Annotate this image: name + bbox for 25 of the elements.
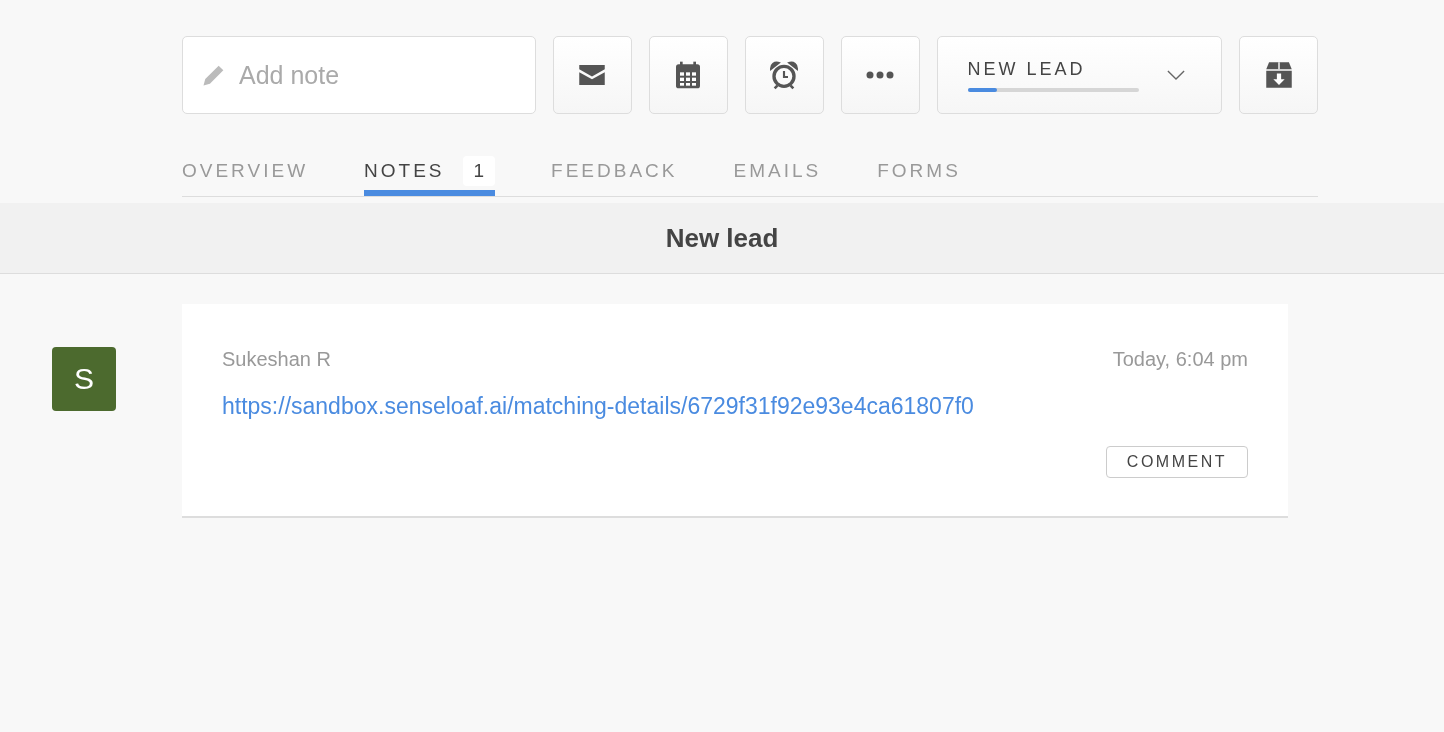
calendar-button[interactable] [648,36,728,114]
status-dropdown[interactable]: NEW LEAD [936,36,1223,114]
note-link[interactable]: https://sandbox.senseloaf.ai/matching-details/6729f31f92e93e4ca61807f0 [222,393,974,420]
avatar: S [52,347,116,411]
reminder-button[interactable] [744,36,824,114]
alarm-clock-icon [768,59,801,91]
author-name: Sukeshan R [222,348,331,371]
timestamp: Today, 6:04 pm [1112,348,1248,371]
tab-label: NOTES [364,160,445,182]
chevron-down-icon [1167,69,1186,81]
archive-button[interactable] [1239,36,1318,114]
tab[interactable]: FORMS [877,136,961,196]
add-note-field[interactable]: Add note [182,36,536,114]
email-button[interactable] [553,36,632,114]
tab-label: FEEDBACK [551,160,678,182]
tab-label: EMAILS [733,160,822,182]
section-title: New lead [665,222,779,254]
tab[interactable]: NOTES 1 [364,136,496,196]
comment-button[interactable]: COMMENT [1105,446,1248,478]
tab-label: FORMS [877,160,961,182]
tab-label: OVERVIEW [182,160,309,182]
tab[interactable]: OVERVIEW [182,136,309,196]
tab[interactable]: FEEDBACK [551,136,678,196]
count-badge: 1 [462,156,496,186]
tab[interactable]: EMAILS [733,136,822,196]
